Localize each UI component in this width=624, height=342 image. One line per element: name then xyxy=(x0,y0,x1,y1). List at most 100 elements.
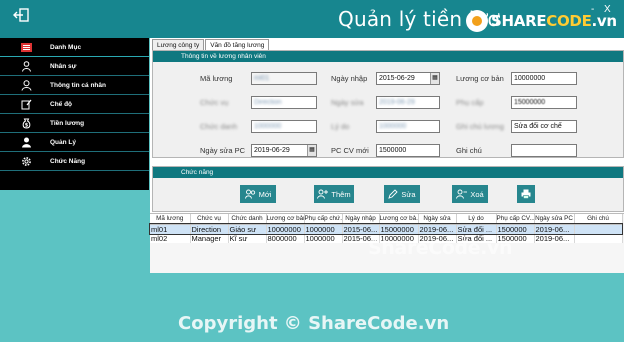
label-ngay-nhap: Ngày nhập xyxy=(331,74,368,83)
column-header[interactable]: Chức danh xyxy=(228,214,267,225)
chuc-danh-field[interactable]: 1000000 xyxy=(251,120,317,133)
table-cell[interactable]: Manager xyxy=(190,233,229,243)
sidebar-item-label: Thông tin cá nhân xyxy=(50,81,106,89)
sidebar-item-tien-luong[interactable]: $ Tiền lương xyxy=(0,114,149,133)
actions-group: Chức năng Mới Thêm Sửa Xoá xyxy=(152,166,624,212)
table-cell[interactable]: Sửa đổi ... xyxy=(456,224,497,234)
person-icon xyxy=(20,79,32,91)
svg-text:$: $ xyxy=(24,122,28,128)
sidebar-item-che-do[interactable]: Chế độ xyxy=(0,95,149,114)
luong-moi-field[interactable]: 15000000 xyxy=(511,96,577,109)
remove-user-icon xyxy=(456,189,468,199)
table-cell[interactable]: 1000000 xyxy=(304,224,343,234)
table-cell[interactable]: 1500000 xyxy=(496,224,535,234)
sidebar: Danh Mục Nhân sự Thông tin cá nhân Chế đ… xyxy=(0,38,149,190)
table-cell[interactable] xyxy=(574,233,623,243)
column-header[interactable]: Ngày sửa PC xyxy=(534,214,575,225)
table-cell[interactable]: 1000000 xyxy=(304,233,343,243)
manager-icon xyxy=(20,136,32,148)
copyright-text: Copyright © ShareCode.vn xyxy=(178,313,450,334)
label-pc-cv-moi: PC CV mới xyxy=(331,146,369,155)
ghi-chu-field[interactable] xyxy=(511,144,577,157)
minimize-button[interactable]: - xyxy=(591,4,594,15)
table-cell[interactable]: 2019-06... xyxy=(418,224,457,234)
new-users-icon xyxy=(244,189,256,199)
tab-strip: Lương công ty Văn đồ tăng lương xyxy=(152,39,270,50)
add-button[interactable]: Thêm xyxy=(314,185,354,203)
label-ngay-sua-pc: Ngày sửa PC xyxy=(200,146,246,155)
pencil-icon xyxy=(388,189,399,199)
column-header[interactable]: Phụ cấp CV... xyxy=(496,214,535,225)
sidebar-item-label: Chế độ xyxy=(50,100,73,108)
logo-mark-icon xyxy=(466,10,488,32)
column-header[interactable]: Ghi chú xyxy=(574,214,623,225)
edit-icon xyxy=(20,98,32,110)
column-header[interactable]: Phụ cấp chứ... xyxy=(304,214,343,225)
table-cell[interactable]: ml02 xyxy=(150,233,191,243)
gear-icon xyxy=(20,155,32,167)
chuc-vu-field[interactable]: Direction xyxy=(251,96,317,109)
sidebar-item-danh-muc[interactable]: Danh Mục xyxy=(0,38,149,57)
sidebar-item-label: Quản Lý xyxy=(50,138,77,146)
column-header[interactable]: Ngày nhập xyxy=(342,214,380,225)
money-bag-icon: $ xyxy=(20,117,32,129)
watermark-text: ShareCode.vn xyxy=(368,237,513,259)
calendar-icon[interactable]: ▦ xyxy=(307,145,316,156)
label-luong-co-ban: Lương cơ bản xyxy=(456,74,504,83)
table-cell[interactable]: 15000000 xyxy=(379,224,419,234)
ly-do-field[interactable]: Sửa đổi cơ chế xyxy=(511,120,577,133)
table-cell[interactable]: 10000000 xyxy=(266,224,305,234)
column-header[interactable]: Lương cơ bả... xyxy=(379,214,419,225)
phu-cap-field[interactable]: 1000000 xyxy=(376,120,440,133)
table-cell[interactable]: 2019-06... xyxy=(534,224,575,234)
delete-button[interactable]: Xoá xyxy=(452,185,488,203)
sidebar-item-label: Tiền lương xyxy=(50,119,85,127)
ngay-nhap-datepicker[interactable]: 2015-06-29 ▦ xyxy=(376,72,440,85)
table-cell[interactable]: Direction xyxy=(190,224,229,234)
table-cell[interactable]: ml01 xyxy=(150,224,191,234)
label-luong-moi: Phụ cấp xyxy=(456,98,484,107)
staff-icon xyxy=(20,60,32,72)
tab-luong-cong-ty[interactable]: Lương công ty xyxy=(152,39,205,50)
column-header[interactable]: Lương cơ bản xyxy=(266,214,305,225)
table-row[interactable]: ml01 Direction Giáo sư 10000000 1000000 … xyxy=(149,223,623,235)
column-header[interactable]: Chức vụ xyxy=(190,214,229,225)
ngay-sua-field[interactable]: 2019-06-29 xyxy=(376,96,440,109)
table-cell[interactable]: 2015-06... xyxy=(342,224,380,234)
tab-van-do-tang-luong[interactable]: Văn đồ tăng lương xyxy=(205,39,270,50)
sidebar-item-label: Nhân sự xyxy=(50,62,77,70)
label-ly-do: Ghi chú lương xyxy=(456,122,504,131)
table-cell[interactable]: Giáo sư xyxy=(228,224,267,234)
calendar-icon[interactable]: ▦ xyxy=(430,73,439,84)
list-icon xyxy=(20,41,32,53)
table-cell[interactable]: Kĩ sư xyxy=(228,233,267,243)
new-button[interactable]: Mới xyxy=(240,185,276,203)
luong-co-ban-field[interactable]: 10000000 xyxy=(511,72,577,85)
back-arrow-icon xyxy=(13,8,29,22)
pc-cv-moi-field[interactable]: 1500000 xyxy=(376,144,440,157)
column-header[interactable]: Lý do xyxy=(456,214,497,225)
table-cell[interactable]: 8000000 xyxy=(266,233,305,243)
sidebar-item-nhan-su[interactable]: Nhân sự xyxy=(0,57,149,76)
ma-luong-field[interactable]: ml01 xyxy=(251,72,317,85)
group-title: Thông tin về lương nhân viên xyxy=(153,51,623,62)
back-button[interactable] xyxy=(10,8,32,28)
label-ghi-chu: Ghi chú xyxy=(456,146,482,155)
column-header[interactable]: Mã lương xyxy=(150,214,191,225)
logo-text: SHARECODE.vn xyxy=(491,12,617,30)
add-user-icon xyxy=(317,189,329,199)
table-cell[interactable] xyxy=(574,224,623,234)
label-chuc-danh: Chức danh xyxy=(200,122,238,131)
ngay-sua-pc-datepicker[interactable]: 2019-06-29 ▦ xyxy=(251,144,317,157)
column-header[interactable]: Ngày sửa xyxy=(418,214,457,225)
sidebar-item-quan-ly[interactable]: Quản Lý xyxy=(0,133,149,152)
sidebar-item-label: Chức Năng xyxy=(50,157,86,165)
close-button[interactable]: X xyxy=(604,4,611,15)
edit-button[interactable]: Sửa xyxy=(384,185,420,203)
sidebar-item-thong-tin-ca-nhan[interactable]: Thông tin cá nhân xyxy=(0,76,149,95)
print-button[interactable] xyxy=(517,185,535,203)
label-ngay-sua: Ngày sửa xyxy=(331,98,364,107)
table-cell[interactable]: 2019-06... xyxy=(534,233,575,243)
salary-info-group: Thông tin về lương nhân viên Mã lương ml… xyxy=(152,50,624,158)
sidebar-item-chuc-nang[interactable]: Chức Năng xyxy=(0,152,149,171)
